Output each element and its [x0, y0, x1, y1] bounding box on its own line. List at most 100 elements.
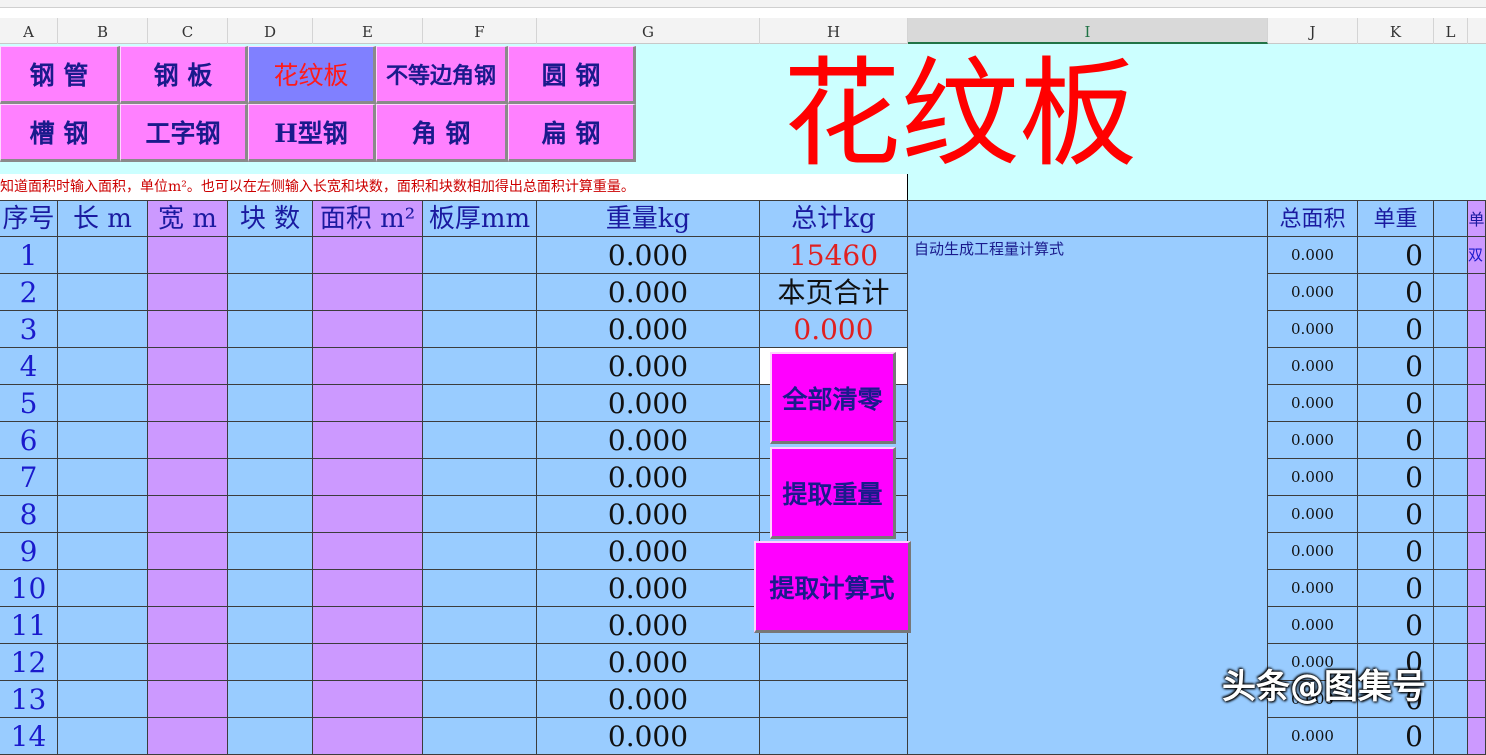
width-cell[interactable]	[148, 311, 228, 348]
row-seq: 12	[0, 644, 58, 681]
thickness-cell[interactable]	[423, 422, 537, 459]
thickness-cell[interactable]	[423, 274, 537, 311]
clear-all-button[interactable]: 全部清零	[770, 352, 896, 444]
thickness-cell[interactable]	[423, 533, 537, 570]
area-cell[interactable]	[313, 274, 423, 311]
area-cell[interactable]	[313, 718, 423, 755]
length-cell[interactable]	[58, 385, 148, 422]
length-cell[interactable]	[58, 237, 148, 274]
column-header-i[interactable]: I	[908, 18, 1268, 44]
column-header-b[interactable]: B	[58, 18, 148, 44]
column-header-d[interactable]: D	[228, 18, 313, 44]
width-cell[interactable]	[148, 348, 228, 385]
nav-button-i-beam[interactable]: 工字钢	[120, 104, 248, 162]
count-cell[interactable]	[228, 718, 313, 755]
area-cell[interactable]	[313, 348, 423, 385]
width-cell[interactable]	[148, 533, 228, 570]
width-cell[interactable]	[148, 496, 228, 533]
count-cell[interactable]	[228, 311, 313, 348]
width-cell[interactable]	[148, 570, 228, 607]
length-cell[interactable]	[58, 274, 148, 311]
area-cell[interactable]	[313, 385, 423, 422]
count-cell[interactable]	[228, 570, 313, 607]
length-cell[interactable]	[58, 348, 148, 385]
width-cell[interactable]	[148, 644, 228, 681]
length-cell[interactable]	[58, 533, 148, 570]
width-cell[interactable]	[148, 681, 228, 718]
column-header-j[interactable]: J	[1268, 18, 1358, 44]
area-cell[interactable]	[313, 681, 423, 718]
width-cell[interactable]	[148, 237, 228, 274]
nav-button-round-steel[interactable]: 圆 钢	[508, 46, 636, 104]
count-cell[interactable]	[228, 348, 313, 385]
unit-weight-cell: 0	[1358, 459, 1434, 496]
width-cell[interactable]	[148, 718, 228, 755]
column-header-c[interactable]: C	[148, 18, 228, 44]
row-seq: 6	[0, 422, 58, 459]
nav-button-unequal-angle[interactable]: 不等边角钢	[376, 46, 508, 104]
area-cell[interactable]	[313, 459, 423, 496]
count-cell[interactable]	[228, 459, 313, 496]
width-cell[interactable]	[148, 459, 228, 496]
area-cell[interactable]	[313, 570, 423, 607]
count-cell[interactable]	[228, 681, 313, 718]
thickness-cell[interactable]	[423, 681, 537, 718]
length-cell[interactable]	[58, 607, 148, 644]
count-cell[interactable]	[228, 422, 313, 459]
length-cell[interactable]	[58, 496, 148, 533]
thickness-cell[interactable]	[423, 607, 537, 644]
width-cell[interactable]	[148, 385, 228, 422]
nav-button-steel-pipe[interactable]: 钢 管	[0, 46, 120, 104]
column-header-f[interactable]: F	[423, 18, 537, 44]
extract-weight-button[interactable]: 提取重量	[770, 447, 896, 539]
column-header-g[interactable]: G	[537, 18, 760, 44]
thickness-cell[interactable]	[423, 496, 537, 533]
thickness-cell[interactable]	[423, 385, 537, 422]
length-cell[interactable]	[58, 718, 148, 755]
area-cell[interactable]	[313, 422, 423, 459]
count-cell[interactable]	[228, 274, 313, 311]
column-header-l[interactable]: L	[1434, 18, 1468, 44]
count-cell[interactable]	[228, 385, 313, 422]
count-cell[interactable]	[228, 607, 313, 644]
thickness-cell[interactable]	[423, 718, 537, 755]
column-header-a[interactable]: A	[0, 18, 58, 44]
count-cell[interactable]	[228, 237, 313, 274]
nav-button-angle-steel[interactable]: 角 钢	[376, 104, 508, 162]
thickness-cell[interactable]	[423, 348, 537, 385]
column-header-e[interactable]: E	[313, 18, 423, 44]
nav-button-flat-steel[interactable]: 扁 钢	[508, 104, 636, 162]
thickness-cell[interactable]	[423, 459, 537, 496]
nav-button-h-beam[interactable]: H型钢	[248, 104, 376, 162]
header-total-area: 总面积	[1268, 200, 1358, 237]
thickness-cell[interactable]	[423, 311, 537, 348]
length-cell[interactable]	[58, 681, 148, 718]
area-cell[interactable]	[313, 644, 423, 681]
area-cell[interactable]	[313, 533, 423, 570]
length-cell[interactable]	[58, 311, 148, 348]
count-cell[interactable]	[228, 496, 313, 533]
thickness-cell[interactable]	[423, 237, 537, 274]
column-header-k[interactable]: K	[1358, 18, 1434, 44]
width-cell[interactable]	[148, 422, 228, 459]
width-cell[interactable]	[148, 607, 228, 644]
length-cell[interactable]	[58, 644, 148, 681]
length-cell[interactable]	[58, 422, 148, 459]
length-cell[interactable]	[58, 459, 148, 496]
formula-area[interactable]: 自动生成工程量计算式	[908, 237, 1268, 755]
thickness-cell[interactable]	[423, 570, 537, 607]
width-cell[interactable]	[148, 274, 228, 311]
column-header-h[interactable]: H	[760, 18, 908, 44]
count-cell[interactable]	[228, 533, 313, 570]
count-cell[interactable]	[228, 644, 313, 681]
extract-formula-button[interactable]: 提取计算式	[754, 541, 911, 633]
nav-button-steel-plate[interactable]: 钢 板	[120, 46, 248, 104]
nav-button-channel-steel[interactable]: 槽 钢	[0, 104, 120, 162]
area-cell[interactable]	[313, 311, 423, 348]
nav-button-checkered-plate[interactable]: 花纹板	[248, 46, 376, 104]
thickness-cell[interactable]	[423, 644, 537, 681]
area-cell[interactable]	[313, 237, 423, 274]
area-cell[interactable]	[313, 607, 423, 644]
area-cell[interactable]	[313, 496, 423, 533]
length-cell[interactable]	[58, 570, 148, 607]
